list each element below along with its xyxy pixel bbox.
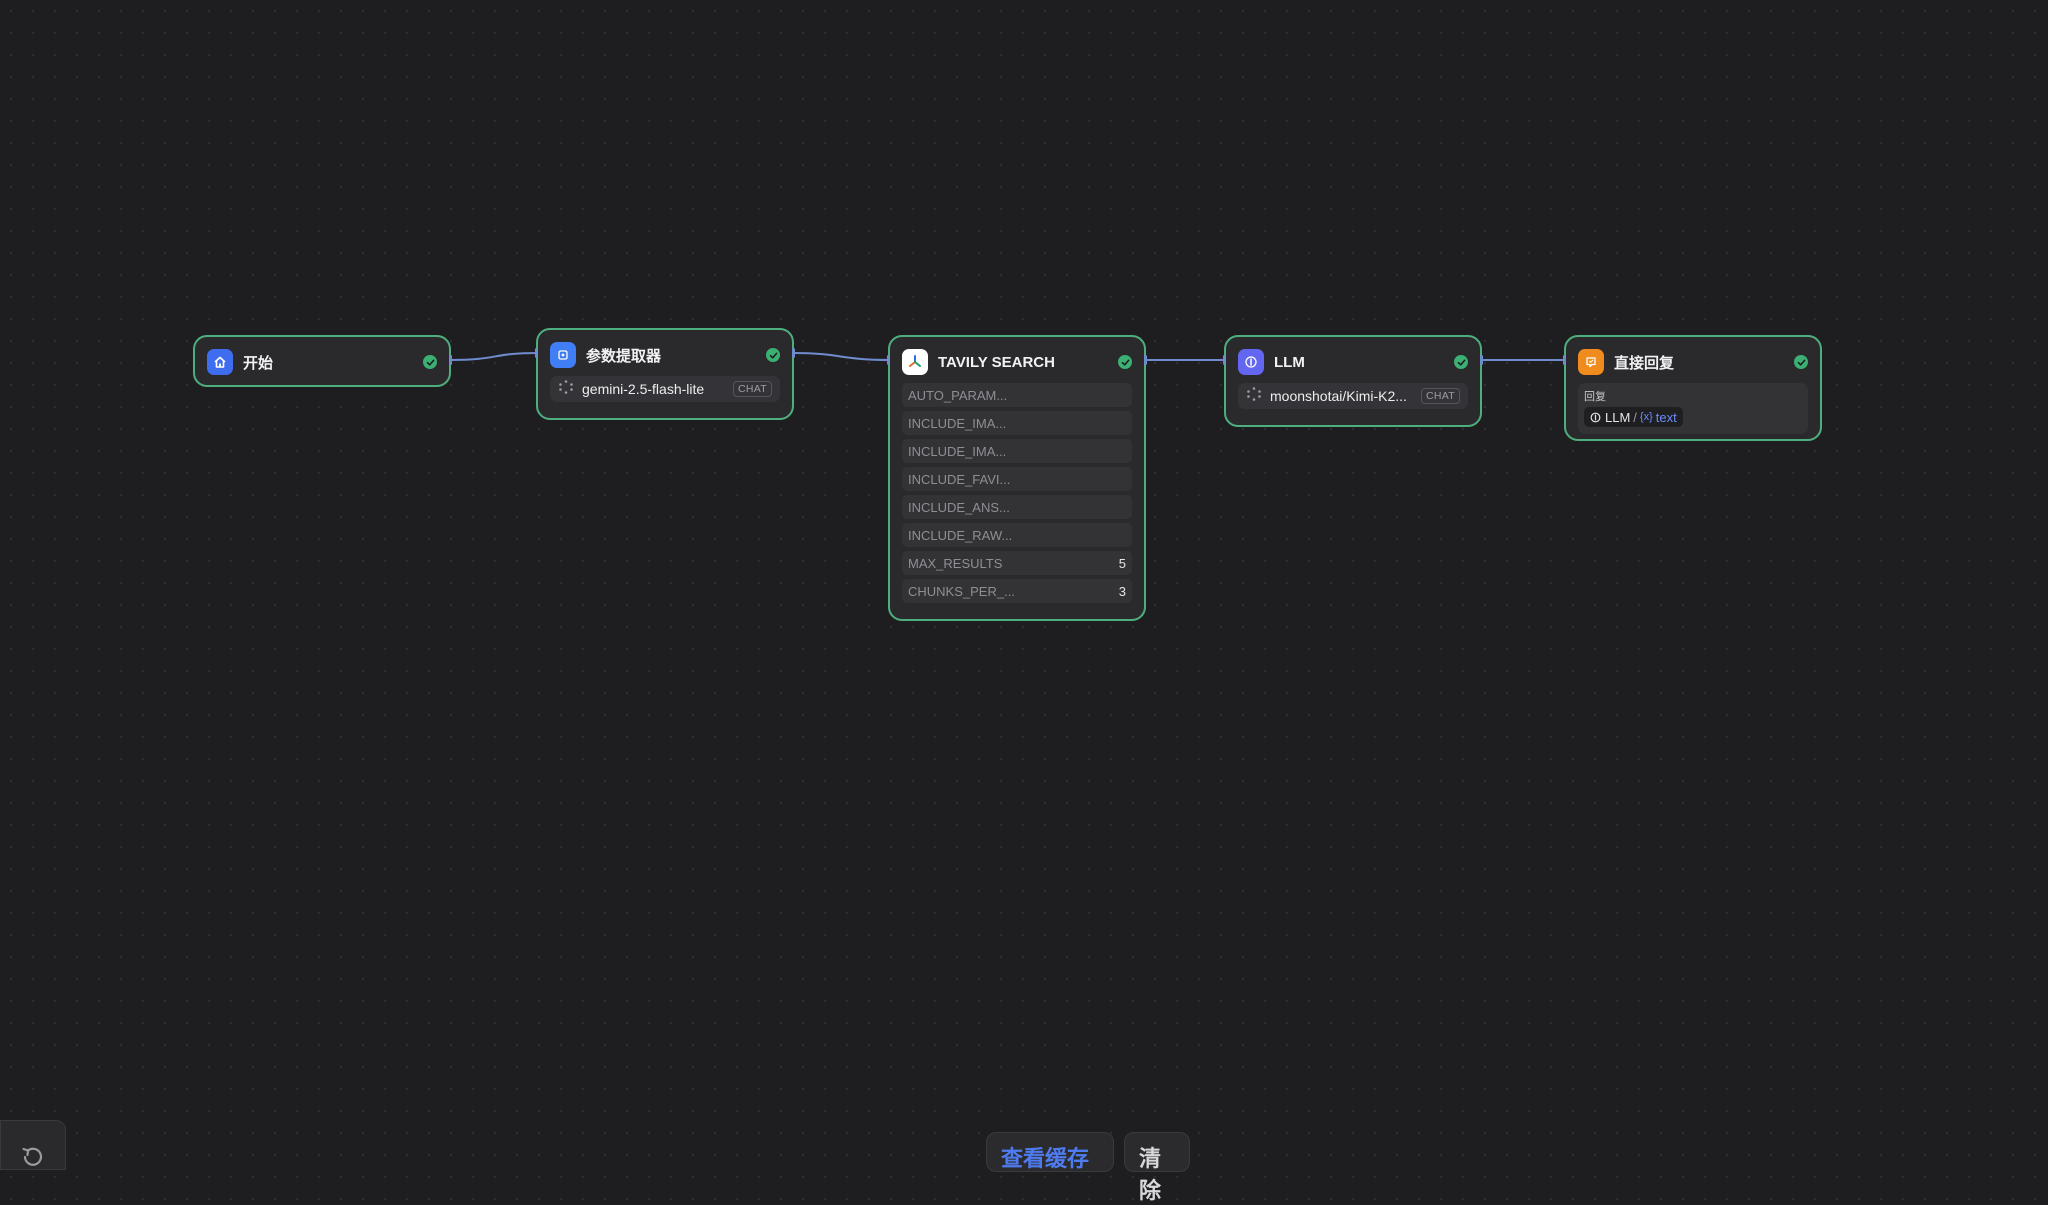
undo-history-button[interactable] (0, 1120, 66, 1170)
edge-start-to-extractor[interactable] (449, 352, 539, 361)
param-row[interactable]: INCLUDE_FAVI... (902, 467, 1132, 491)
param-row[interactable]: INCLUDE_IMA... (902, 439, 1132, 463)
clear-button[interactable]: 清除 (1124, 1132, 1190, 1203)
node-direct-answer-title: 直接回复 (1614, 354, 1675, 372)
extractor-icon (550, 342, 576, 368)
param-row[interactable]: MAX_RESULTS 5 (902, 551, 1132, 575)
tavily-logo-icon (902, 349, 928, 375)
success-check-icon (1118, 355, 1132, 369)
edge-extractor-to-tavily[interactable] (793, 352, 891, 361)
view-cache-button[interactable]: 查看缓存 (986, 1132, 1114, 1172)
param-name: INCLUDE_FAVI... (908, 471, 1011, 487)
node-start-title: 开始 (243, 354, 274, 372)
node-direct-answer-input-handle[interactable] (1563, 355, 1566, 365)
llm-icon (1238, 349, 1264, 375)
node-llm-input-handle[interactable] (1223, 355, 1226, 365)
param-name: INCLUDE_IMA... (908, 415, 1007, 431)
llm-icon (1590, 412, 1601, 423)
node-llm-title: LLM (1274, 353, 1305, 371)
node-parameter-extractor-output-handle[interactable] (792, 348, 795, 358)
variable-node-name: LLM (1605, 409, 1631, 425)
variable-prefix: {x} (1639, 411, 1653, 423)
param-row[interactable]: INCLUDE_RAW... (902, 523, 1132, 547)
param-row[interactable]: AUTO_PARAM... (902, 383, 1132, 407)
param-value: 3 (1118, 583, 1126, 599)
node-parameter-extractor-input-handle[interactable] (535, 348, 538, 358)
reply-field-label: 回复 (1584, 391, 1606, 403)
node-tavily-search-output-handle[interactable] (1144, 355, 1147, 365)
node-llm[interactable]: LLM moonshotai/Kimi-K2... CHAT (1224, 335, 1482, 427)
param-row[interactable]: INCLUDE_ANS... (902, 495, 1132, 519)
param-row[interactable]: INCLUDE_IMA... (902, 411, 1132, 435)
param-row[interactable]: CHUNKS_PER_... 3 (902, 579, 1132, 603)
model-mode-tag: CHAT (1420, 388, 1460, 404)
param-name: AUTO_PARAM... (908, 387, 1008, 403)
node-tavily-search-input-handle[interactable] (887, 355, 890, 365)
node-tavily-search[interactable]: TAVILY SEARCH AUTO_PARAM... INCLUDE_IMA.… (888, 335, 1146, 621)
reply-field[interactable]: 回复 LLM / {x} text (1578, 383, 1808, 434)
param-name: MAX_RESULTS (908, 555, 1003, 571)
model-name: moonshotai/Kimi-K2... (1270, 388, 1407, 404)
param-name: INCLUDE_ANS... (908, 499, 1010, 515)
node-start[interactable]: 开始 (193, 335, 451, 387)
model-icon (558, 379, 574, 400)
node-tavily-search-title: TAVILY SEARCH (938, 353, 1055, 371)
variable-reference-chip[interactable]: LLM / {x} text (1584, 407, 1683, 427)
node-direct-answer[interactable]: 直接回复 回复 LLM / {x} text (1564, 335, 1822, 441)
variable-separator: / (1633, 409, 1637, 425)
home-icon (207, 349, 233, 375)
model-selector[interactable]: gemini-2.5-flash-lite CHAT (550, 376, 780, 402)
variable-name: text (1655, 409, 1677, 425)
success-check-icon (1794, 355, 1808, 369)
workflow-canvas[interactable]: 开始 参数提取器 gemini-2.5-flash-lite CHAT TAVI… (0, 0, 2048, 1152)
history-icon (19, 1143, 47, 1176)
model-mode-tag: CHAT (732, 381, 772, 397)
success-check-icon (766, 348, 780, 362)
node-parameter-extractor[interactable]: 参数提取器 gemini-2.5-flash-lite CHAT (536, 328, 794, 420)
param-name: CHUNKS_PER_... (908, 583, 1015, 599)
answer-icon (1578, 349, 1604, 375)
success-check-icon (1454, 355, 1468, 369)
param-name: INCLUDE_RAW... (908, 527, 1013, 543)
success-check-icon (423, 355, 437, 369)
model-name: gemini-2.5-flash-lite (582, 381, 705, 397)
node-start-output-handle[interactable] (449, 355, 452, 365)
param-name: INCLUDE_IMA... (908, 443, 1007, 459)
model-icon (1246, 386, 1262, 407)
node-llm-output-handle[interactable] (1480, 355, 1483, 365)
node-parameter-extractor-title: 参数提取器 (586, 347, 662, 365)
param-value: 5 (1118, 555, 1126, 571)
model-selector[interactable]: moonshotai/Kimi-K2... CHAT (1238, 383, 1468, 409)
